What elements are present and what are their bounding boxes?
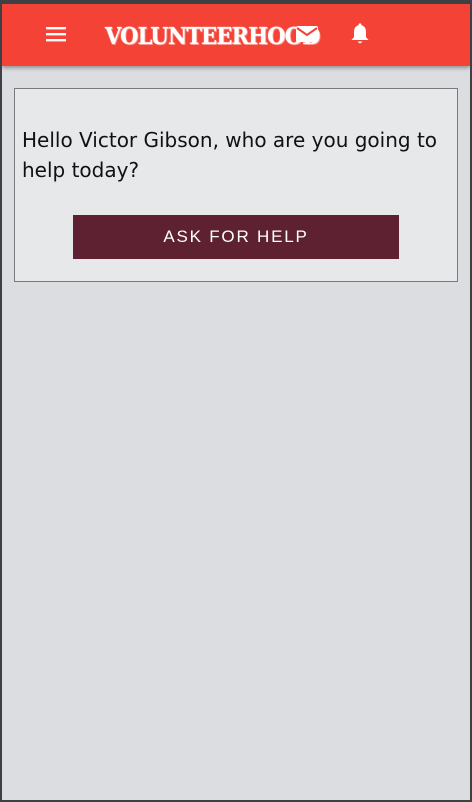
ask-for-help-button[interactable]: ASK FOR HELP — [73, 215, 399, 259]
menu-button[interactable] — [42, 20, 70, 48]
notifications-button[interactable] — [346, 20, 374, 48]
mail-icon — [296, 26, 318, 42]
mail-button[interactable] — [293, 20, 321, 48]
app-bar: VOLUNTEERHOOD — [2, 4, 470, 66]
brand-logo[interactable]: VOLUNTEERHOOD — [105, 16, 320, 54]
app-window: VOLUNTEERHOOD Hello Victor Gibson, who a… — [0, 0, 472, 802]
bell-icon — [351, 23, 369, 44]
brand-name: VOLUNTEERHOOD — [105, 21, 320, 49]
greeting-text: Hello Victor Gibson, who are you going t… — [22, 128, 438, 182]
menu-icon — [46, 27, 66, 42]
help-card: Hello Victor Gibson, who are you going t… — [14, 88, 458, 282]
